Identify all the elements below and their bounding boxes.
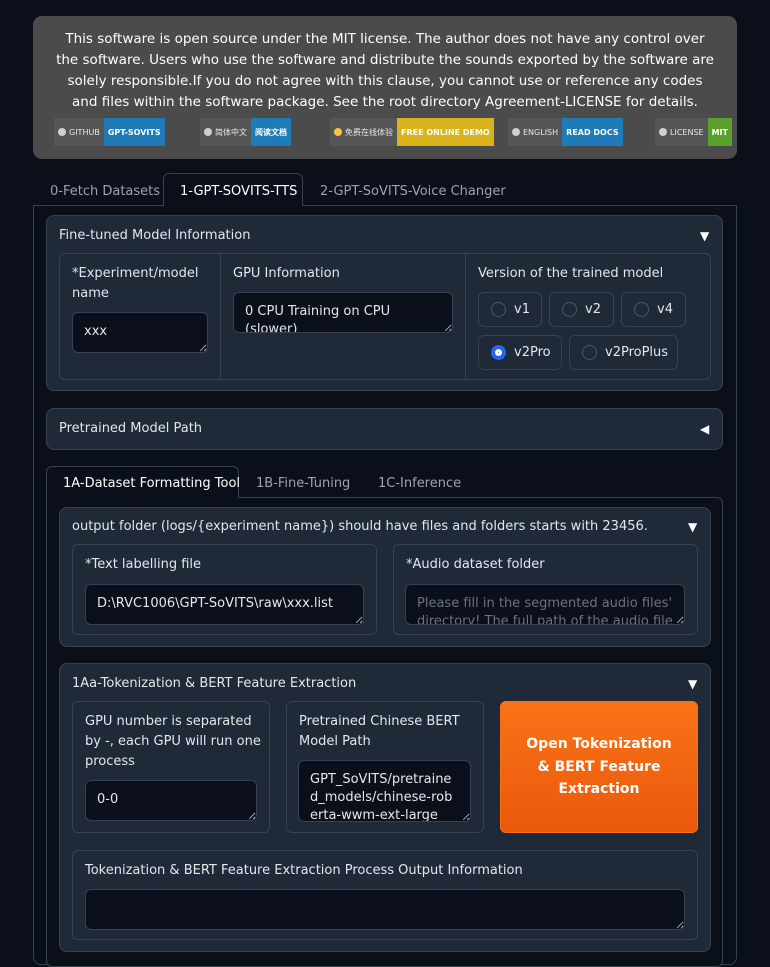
collapse-triangle-icon[interactable]: ▼ <box>688 520 697 534</box>
doc-icon <box>512 128 520 136</box>
bert-path-input[interactable]: GPT_SoVITS/pretrained_models/chinese-rob… <box>298 760 471 822</box>
radio-dot-icon <box>562 302 577 317</box>
subtab-dataset-formatting[interactable]: 1A-Dataset Formatting Tool <box>63 474 240 494</box>
tokenization-output-field[interactable] <box>85 889 685 930</box>
github-icon <box>58 128 66 136</box>
tab-gpt-sovits-tts[interactable]: 1-GPT-SOVITS-TTS <box>180 179 297 205</box>
experiment-name-label: *Experiment/model name <box>72 266 199 301</box>
version-radio-v1[interactable]: v1 <box>478 292 542 327</box>
doc-icon <box>204 128 212 136</box>
divider <box>465 254 466 379</box>
experiment-name-input[interactable]: xxx <box>72 312 208 353</box>
collapse-triangle-icon[interactable]: ▼ <box>700 229 709 243</box>
version-label: Version of the trained model <box>478 266 664 281</box>
badge-github[interactable]: GITHUB GPT-SOVITS <box>54 118 165 146</box>
badge-license[interactable]: LICENSE MIT <box>655 118 732 146</box>
open-tokenization-button[interactable]: Open Tokenization & BERT Feature Extract… <box>500 701 698 833</box>
divider <box>220 254 221 379</box>
gpu-number-input[interactable]: 0-0 <box>85 780 257 821</box>
subtab-fine-tuning[interactable]: 1B-Fine-Tuning <box>256 474 350 494</box>
collapse-triangle-icon[interactable]: ▼ <box>688 677 697 691</box>
gpu-info-field[interactable]: 0 CPU Training on CPU (slower) <box>233 292 453 333</box>
audio-folder-label: *Audio dataset folder <box>406 557 545 572</box>
audio-folder-input[interactable] <box>405 584 685 625</box>
output-folder-title[interactable]: output folder (logs/{experiment name}) s… <box>72 517 648 537</box>
gpu-info-label: GPU Information <box>233 266 340 281</box>
badge-chinese-docs[interactable]: 简体中文 阅读文档 <box>200 118 291 146</box>
tab-voice-changer[interactable]: 2-GPT-SoVITS-Voice Changer <box>320 179 506 205</box>
badge-online-demo[interactable]: 免费在线体验 FREE ONLINE DEMO <box>330 118 494 146</box>
version-radio-v2pro[interactable]: v2Pro <box>478 335 562 370</box>
model-info-title[interactable]: Fine-tuned Model Information <box>59 226 250 246</box>
radio-dot-icon <box>582 345 597 360</box>
version-radio-v4[interactable]: v4 <box>621 292 686 327</box>
text-label-file-label: *Text labelling file <box>85 557 202 572</box>
license-text: This software is open source under the M… <box>56 31 714 110</box>
version-radio-v2[interactable]: v2 <box>549 292 614 327</box>
license-icon <box>659 128 667 136</box>
hugging-face-icon <box>334 128 342 136</box>
bert-path-label: Pretrained Chinese BERT Model Path <box>299 714 460 749</box>
pretrained-path-title[interactable]: Pretrained Model Path <box>59 419 202 439</box>
radio-dot-selected-icon <box>491 345 506 360</box>
version-radio-v2proplus[interactable]: v2ProPlus <box>569 335 678 370</box>
radio-dot-icon <box>491 302 506 317</box>
tokenization-output-label: Tokenization & BERT Feature Extraction P… <box>85 863 523 878</box>
gpu-number-label: GPU number is separated by -, each GPU w… <box>85 714 261 769</box>
text-label-file-input[interactable]: D:\RVC1006\GPT-SoVITS\raw\xxx.list <box>85 584 364 625</box>
badge-english-docs[interactable]: ENGLISH READ DOCS <box>508 118 623 146</box>
expand-triangle-icon[interactable]: ◀ <box>700 422 709 436</box>
tab-fetch-datasets[interactable]: 0-Fetch Datasets <box>50 179 160 205</box>
subtab-inference[interactable]: 1C-Inference <box>378 474 461 494</box>
radio-dot-icon <box>634 302 649 317</box>
tokenization-title[interactable]: 1Aa-Tokenization & BERT Feature Extracti… <box>72 674 356 694</box>
